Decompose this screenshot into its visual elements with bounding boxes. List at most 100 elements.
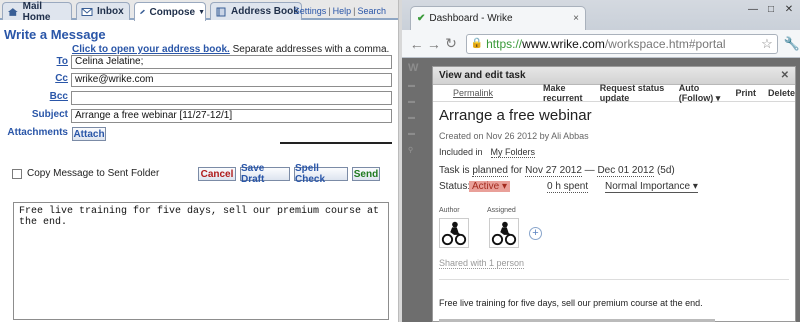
planned-state[interactable]: planned <box>472 165 508 177</box>
task-description[interactable]: Free live training for five days, sell o… <box>439 298 703 308</box>
browser-tab-title: Dashboard - Wrike <box>429 13 513 24</box>
time-spent[interactable]: 0 h spent <box>547 181 589 193</box>
subject-label: Subject <box>31 109 68 120</box>
chevron-down-icon: ▾ <box>502 181 508 192</box>
author-avatar[interactable] <box>439 218 469 248</box>
subject-field[interactable]: Arrange a free webinar [11/27-12/1] <box>71 109 392 123</box>
delete-button[interactable]: Delete <box>768 88 795 98</box>
close-tab-icon[interactable]: × <box>573 13 579 24</box>
bcc-field[interactable] <box>71 91 392 105</box>
ghost-sidebar-icon: ▬ <box>408 82 415 89</box>
chevron-down-icon: ▾ <box>715 92 721 103</box>
planned-prefix: Task is <box>439 165 470 176</box>
author-label: Author <box>439 207 460 214</box>
spell-check-button[interactable]: Spell Check <box>294 163 348 185</box>
assigned-label: Assigned <box>487 207 516 214</box>
chevron-down-icon: ▾ <box>692 181 698 192</box>
close-modal-icon[interactable]: ✕ <box>781 70 789 81</box>
modal-divider <box>439 279 789 280</box>
ghost-search-icon: ⚲ <box>408 147 414 154</box>
tab-mail-home[interactable]: Mail Home <box>2 1 72 23</box>
address-bar[interactable]: 🔒 https://www.wrike.com/workspace.htm#po… <box>465 33 778 54</box>
save-draft-button[interactable]: Save Draft <box>240 163 290 185</box>
auto-follow-dropdown[interactable]: Auto (Follow) ▾ <box>679 83 724 104</box>
browser-window: ✔ Dashboard - Wrike × — □ ✕ ← → ↻ 🔒 http… <box>402 0 800 322</box>
planned-row: Task is planned for Nov 27 2012 — Dec 01… <box>439 165 675 177</box>
url-path: /workspace.htm#portal <box>604 36 726 51</box>
start-date[interactable]: Nov 27 2012 <box>525 165 582 177</box>
search-link[interactable]: Search <box>357 6 386 16</box>
copy-to-sent-label: Copy Message to Sent Folder <box>27 168 160 179</box>
browser-tabstrip: ✔ Dashboard - Wrike × — □ ✕ <box>402 0 800 34</box>
included-row: Included in My Folders <box>439 147 536 158</box>
permalink-link[interactable]: Permalink <box>453 88 493 98</box>
cc-field[interactable]: wrike@wrike.com <box>71 73 392 87</box>
auto-follow-label: Auto (Follow) <box>678 82 714 103</box>
ghost-logo-icon: W <box>408 62 419 74</box>
status-dropdown[interactable]: Active ▾ <box>469 181 511 192</box>
importance-dropdown[interactable]: Normal Importance ▾ <box>605 181 698 193</box>
back-icon[interactable]: ← <box>408 36 425 52</box>
bookmark-star-icon[interactable]: ☆ <box>761 36 773 52</box>
assignee-avatar[interactable] <box>489 218 519 248</box>
message-body-textarea[interactable]: Free live training for five days, sell o… <box>13 202 389 320</box>
open-address-book-link[interactable]: Click to open your address book. <box>72 44 230 55</box>
tab-inbox-label: Inbox <box>97 6 124 17</box>
included-label: Included in <box>439 147 483 157</box>
ghost-sidebar-icon: ▬ <box>408 130 415 137</box>
house-icon <box>7 7 18 16</box>
reload-icon[interactable]: ↻ <box>442 35 459 52</box>
browser-navbar: ← → ↻ 🔒 https://www.wrike.com/workspace.… <box>402 30 800 58</box>
divider-line <box>280 142 392 144</box>
to-label[interactable]: To <box>4 56 68 67</box>
help-link[interactable]: Help <box>333 6 352 16</box>
copy-to-sent-checkbox[interactable] <box>12 168 22 179</box>
wrike-check-icon: ✔ <box>417 13 426 24</box>
copy-to-sent-row: Copy Message to Sent Folder <box>12 168 159 179</box>
tab-compose[interactable]: Compose ▼ <box>134 2 206 21</box>
tab-address-book[interactable]: Address Book <box>210 2 302 20</box>
ghost-sidebar-icon: ▬ <box>408 98 415 105</box>
forward-icon[interactable]: → <box>425 36 442 52</box>
settings-link[interactable]: Settings <box>294 6 327 16</box>
ghost-sidebar-icon: ▬ <box>408 114 415 121</box>
chevron-down-icon: ▼ <box>198 8 205 16</box>
add-assignee-icon[interactable]: + <box>529 227 542 240</box>
task-title[interactable]: Arrange a free webinar <box>439 107 592 124</box>
tab-compose-label: Compose <box>149 6 196 18</box>
pen-icon <box>140 9 145 15</box>
tab-inbox[interactable]: Inbox <box>76 2 130 20</box>
close-window-icon[interactable]: ✕ <box>782 4 796 15</box>
address-hint: Click to open your address book. Separat… <box>72 44 389 55</box>
minimize-icon[interactable]: — <box>746 4 760 15</box>
mail-compose-window: Mail Home Inbox Compose ▼ Address Book S… <box>0 0 398 322</box>
status-row: Status: Active ▾ 0 h spent Normal Import… <box>439 181 779 193</box>
end-date[interactable]: Dec 01 2012 <box>597 165 655 177</box>
status-value: Active <box>472 181 500 192</box>
attachments-label: Attachments <box>7 127 68 138</box>
request-status-button[interactable]: Request status update <box>600 83 667 103</box>
to-field[interactable]: Celina Jelatine; <box>71 55 392 69</box>
status-label: Status: <box>439 181 471 192</box>
browser-tab[interactable]: ✔ Dashboard - Wrike × <box>410 6 586 30</box>
cc-label[interactable]: Cc <box>4 73 68 84</box>
shared-with-link[interactable]: Shared with 1 person <box>439 258 525 269</box>
importance-value: Normal Importance <box>605 181 691 192</box>
send-button[interactable]: Send <box>352 167 380 181</box>
wrench-icon[interactable]: 🔧 <box>784 36 800 52</box>
biker-avatar-icon <box>491 221 517 246</box>
attach-button[interactable]: Attach <box>72 127 106 141</box>
make-recurrent-button[interactable]: Make recurrent <box>543 83 588 103</box>
lock-icon: 🔒 <box>470 38 484 49</box>
cancel-button[interactable]: Cancel <box>198 167 236 181</box>
top-links: Settings | Help | Search <box>293 6 386 16</box>
maximize-icon[interactable]: □ <box>764 4 778 15</box>
folder-link[interactable]: My Folders <box>490 147 536 158</box>
biker-avatar-icon <box>441 221 467 246</box>
url-scheme: https:// <box>486 36 523 51</box>
tab-address-book-label: Address Book <box>231 6 299 17</box>
print-button[interactable]: Print <box>735 88 756 98</box>
modal-title: View and edit task <box>439 70 526 81</box>
bcc-label[interactable]: Bcc <box>4 91 68 102</box>
mail-tab-bar: Mail Home Inbox Compose ▼ Address Book S… <box>0 0 398 23</box>
